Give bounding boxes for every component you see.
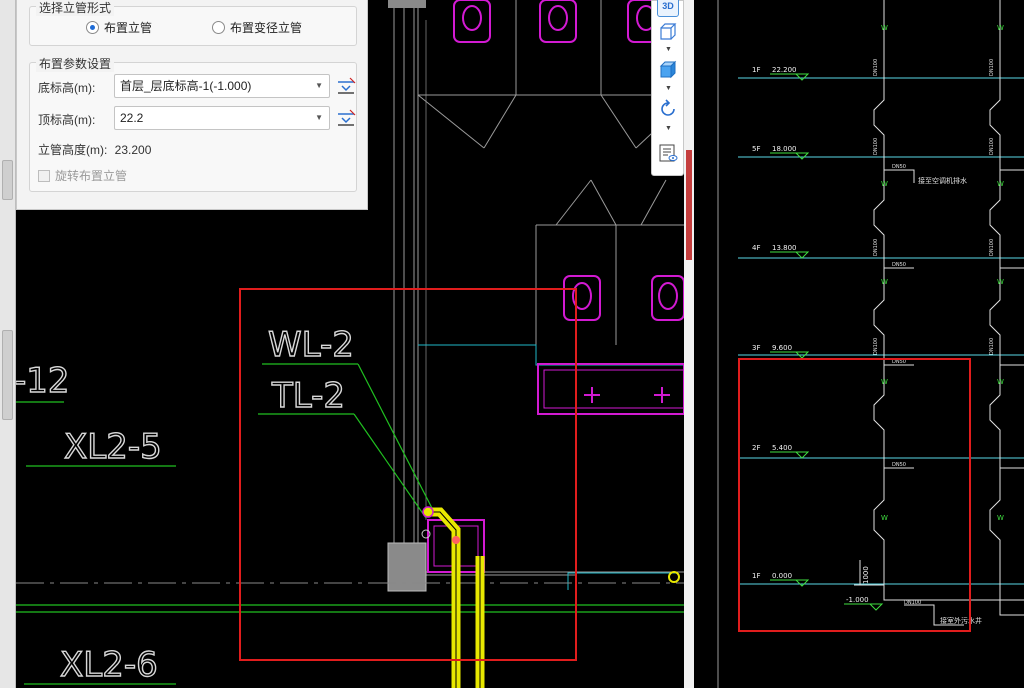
- group-title-pipe-type: 选择立管形式: [36, 0, 115, 16]
- svg-text:W: W: [997, 24, 1004, 32]
- cad-system-view[interactable]: W W W W W W W W W W 1F 22.200 5F 18.000 4F 13.…: [694, 0, 1024, 688]
- svg-text:W: W: [881, 180, 888, 188]
- svg-text:W: W: [881, 514, 888, 522]
- top-elevation-select[interactable]: 22.2 ▼: [114, 106, 330, 130]
- cad-label-tl-2: TL-2: [271, 376, 345, 416]
- svg-text:DN100: DN100: [904, 600, 921, 606]
- view-toolbar: 3D ▼ ▼ ▼: [651, 0, 684, 176]
- pipe-type-group: 选择立管形式 布置立管 布置变径立管: [29, 0, 357, 46]
- svg-text:DN100: DN100: [873, 338, 879, 355]
- pipe-height-label: 立管高度(m):: [38, 143, 108, 157]
- rotate-riser-checkbox[interactable]: 旋转布置立管: [38, 167, 127, 184]
- riser-settings-panel: 选择立管形式 布置立管 布置变径立管 布置参数设置 底标高(m): 首层_层底标…: [16, 0, 368, 210]
- bottom-elevation-label: 底标高(m):: [38, 81, 96, 95]
- cad-label-xl2-5: XL2-5: [64, 427, 162, 467]
- floor-elevation: 13.800: [772, 244, 797, 252]
- floor-label: 1F: [752, 572, 760, 580]
- svg-text:DN100: DN100: [989, 338, 995, 355]
- left-dock-strip: [0, 0, 16, 688]
- system-drawing: W W W W W W W W W W 1F 22.200 5F 18.000 4F 13.…: [717, 0, 1024, 688]
- floor-label: 2F: [752, 444, 760, 452]
- svg-text:DN100: DN100: [873, 239, 879, 256]
- pick-elevation-icon[interactable]: [336, 76, 356, 96]
- cad-label-xl2-6: XL2-6: [60, 645, 158, 685]
- svg-text:W: W: [997, 180, 1004, 188]
- svg-text:DN100: DN100: [989, 138, 995, 155]
- view-list-icon[interactable]: [657, 142, 679, 164]
- radio-place-reducing-riser[interactable]: 布置变径立管: [212, 19, 302, 36]
- floor-elevation: 18.000: [772, 145, 797, 153]
- svg-text:DN50: DN50: [892, 262, 906, 268]
- bottom-elevation-value: 首层_层底标高-1(-1.000): [120, 79, 252, 93]
- cad-label-12: -12: [16, 361, 70, 401]
- view-3d-button[interactable]: 3D: [657, 0, 679, 17]
- floor-label: 1F: [752, 66, 760, 74]
- pipe-height-value: 23.200: [114, 143, 152, 157]
- radio-dot[interactable]: [212, 21, 225, 34]
- radio-dot-selected[interactable]: [86, 21, 99, 34]
- chevron-down-icon[interactable]: ▼: [665, 46, 672, 53]
- svg-text:DN50: DN50: [892, 164, 906, 170]
- dimension-1000: 1000: [862, 566, 870, 584]
- floor-elevation: 5.400: [772, 444, 792, 452]
- top-elevation-label: 顶标高(m):: [38, 113, 96, 127]
- svg-text:DN100: DN100: [989, 239, 995, 256]
- pick-elevation-icon[interactable]: [336, 108, 356, 128]
- checkbox-box[interactable]: [38, 169, 50, 182]
- rotate-view-icon[interactable]: [657, 98, 679, 120]
- pipe-height-row: 立管高度(m): 23.200: [38, 141, 151, 158]
- bottom-elevation-select[interactable]: 首层_层底标高-1(-1.000) ▼: [114, 74, 330, 98]
- svg-text:W: W: [881, 278, 888, 286]
- solid-cube-icon[interactable]: [657, 59, 679, 81]
- rotate-riser-label: 旋转布置立管: [55, 169, 128, 183]
- floor-elevation: 22.200: [772, 66, 797, 74]
- radio-place-riser[interactable]: 布置立管: [86, 19, 152, 36]
- chevron-down-icon[interactable]: ▼: [315, 75, 323, 97]
- dock-tab[interactable]: [2, 330, 13, 420]
- divider-accent: [686, 150, 692, 260]
- svg-text:DN100: DN100: [873, 138, 879, 155]
- chevron-down-icon[interactable]: ▼: [665, 85, 672, 92]
- radio-label: 布置变径立管: [230, 21, 303, 35]
- svg-text:W: W: [881, 378, 888, 386]
- chevron-down-icon[interactable]: ▼: [665, 125, 672, 132]
- svg-text:W: W: [997, 378, 1004, 386]
- svg-text:DN100: DN100: [989, 59, 995, 76]
- annotation-note: 接室外污水井: [940, 616, 982, 625]
- param-settings-group: 布置参数设置 底标高(m): 首层_层底标高-1(-1.000) ▼ 顶标高(m…: [29, 55, 357, 192]
- group-title-params: 布置参数设置: [36, 55, 115, 72]
- floor-label: 3F: [752, 344, 760, 352]
- chevron-down-icon[interactable]: ▼: [315, 107, 323, 129]
- floor-elevation: 0.000: [772, 572, 792, 580]
- base-elevation: -1.000: [846, 596, 869, 604]
- floor-label: 5F: [752, 145, 760, 153]
- svg-text:DN100: DN100: [873, 59, 879, 76]
- svg-text:DN50: DN50: [892, 462, 906, 468]
- viewport-divider[interactable]: [684, 0, 694, 688]
- top-elevation-value: 22.2: [120, 111, 144, 125]
- highlight-box: [738, 358, 971, 632]
- floor-label: 4F: [752, 244, 760, 252]
- cad-label-wl-2: WL-2: [268, 325, 354, 365]
- floor-elevation: 9.600: [772, 344, 792, 352]
- radio-label: 布置立管: [104, 21, 153, 35]
- dock-tab[interactable]: [2, 160, 13, 200]
- svg-text:W: W: [997, 514, 1004, 522]
- annotation-note: 接至空调机排水: [918, 176, 967, 185]
- svg-text:W: W: [881, 24, 888, 32]
- svg-text:W: W: [997, 278, 1004, 286]
- wireframe-cube-icon[interactable]: [657, 21, 679, 43]
